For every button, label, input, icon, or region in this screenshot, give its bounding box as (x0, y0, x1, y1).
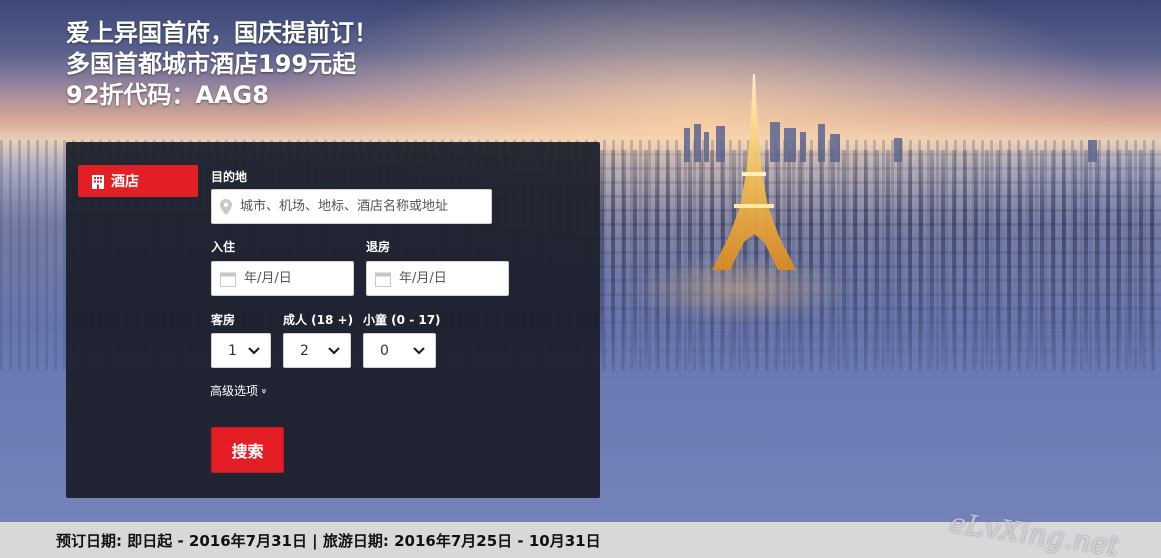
search-button[interactable]: 搜索 (211, 427, 284, 473)
tab-hotel[interactable]: 酒店 (78, 165, 198, 197)
rooms-label: 客房 (211, 313, 236, 327)
destination-label: 目的地 (211, 170, 248, 184)
destination-input[interactable] (240, 199, 491, 214)
promo-line-2: 多国首都城市酒店199元起 (66, 50, 357, 78)
checkin-input[interactable] (244, 271, 353, 286)
rooms-value: 1 (228, 342, 237, 359)
tab-hotel-label: 酒店 (111, 174, 139, 190)
double-chevron-down-icon: » (258, 387, 270, 394)
adults-value: 2 (300, 342, 309, 359)
map-pin-icon (220, 198, 232, 215)
checkout-label: 退房 (366, 240, 391, 254)
eiffel-tower-image (712, 74, 796, 270)
adults-select[interactable]: 2 (283, 333, 351, 368)
hotel-search-panel: 酒店 目的地 入住 退房 客房 1 成人 (18 +) 2 (66, 142, 600, 498)
promo-line-3: 92折代码：AAG8 (66, 81, 269, 109)
destination-field[interactable] (211, 189, 492, 224)
checkout-field[interactable] (366, 261, 509, 296)
checkout-input[interactable] (399, 271, 508, 286)
advanced-options-label: 高级选项 (210, 384, 259, 398)
building-icon (92, 174, 104, 189)
promo-line-1: 爱上异国首府，国庆提前订！ (66, 19, 378, 47)
chevron-down-icon (328, 346, 340, 355)
city-lights (600, 150, 1161, 380)
chevron-down-icon (248, 346, 260, 355)
advanced-options-link[interactable]: 高级选项 » (210, 382, 270, 399)
rooms-select[interactable]: 1 (211, 333, 271, 368)
children-label: 小童 (0 - 17) (363, 313, 441, 327)
chevron-down-icon (413, 346, 425, 355)
promo-headline: 爱上异国首府，国庆提前订！ 多国首都城市酒店199元起 92折代码：AAG8 (66, 18, 378, 111)
booking-dates-text: 预订日期: 即日起 - 2016年7月31日 | 旅游日期: 2016年7月25… (56, 531, 601, 550)
children-value: 0 (380, 342, 389, 359)
booking-dates-bar: 预订日期: 即日起 - 2016年7月31日 | 旅游日期: 2016年7月25… (0, 522, 1161, 558)
children-select[interactable]: 0 (363, 333, 436, 368)
checkin-label: 入住 (211, 240, 236, 254)
checkin-field[interactable] (211, 261, 354, 296)
calendar-icon (220, 272, 236, 287)
calendar-icon (375, 272, 391, 287)
adults-label: 成人 (18 +) (283, 313, 354, 327)
